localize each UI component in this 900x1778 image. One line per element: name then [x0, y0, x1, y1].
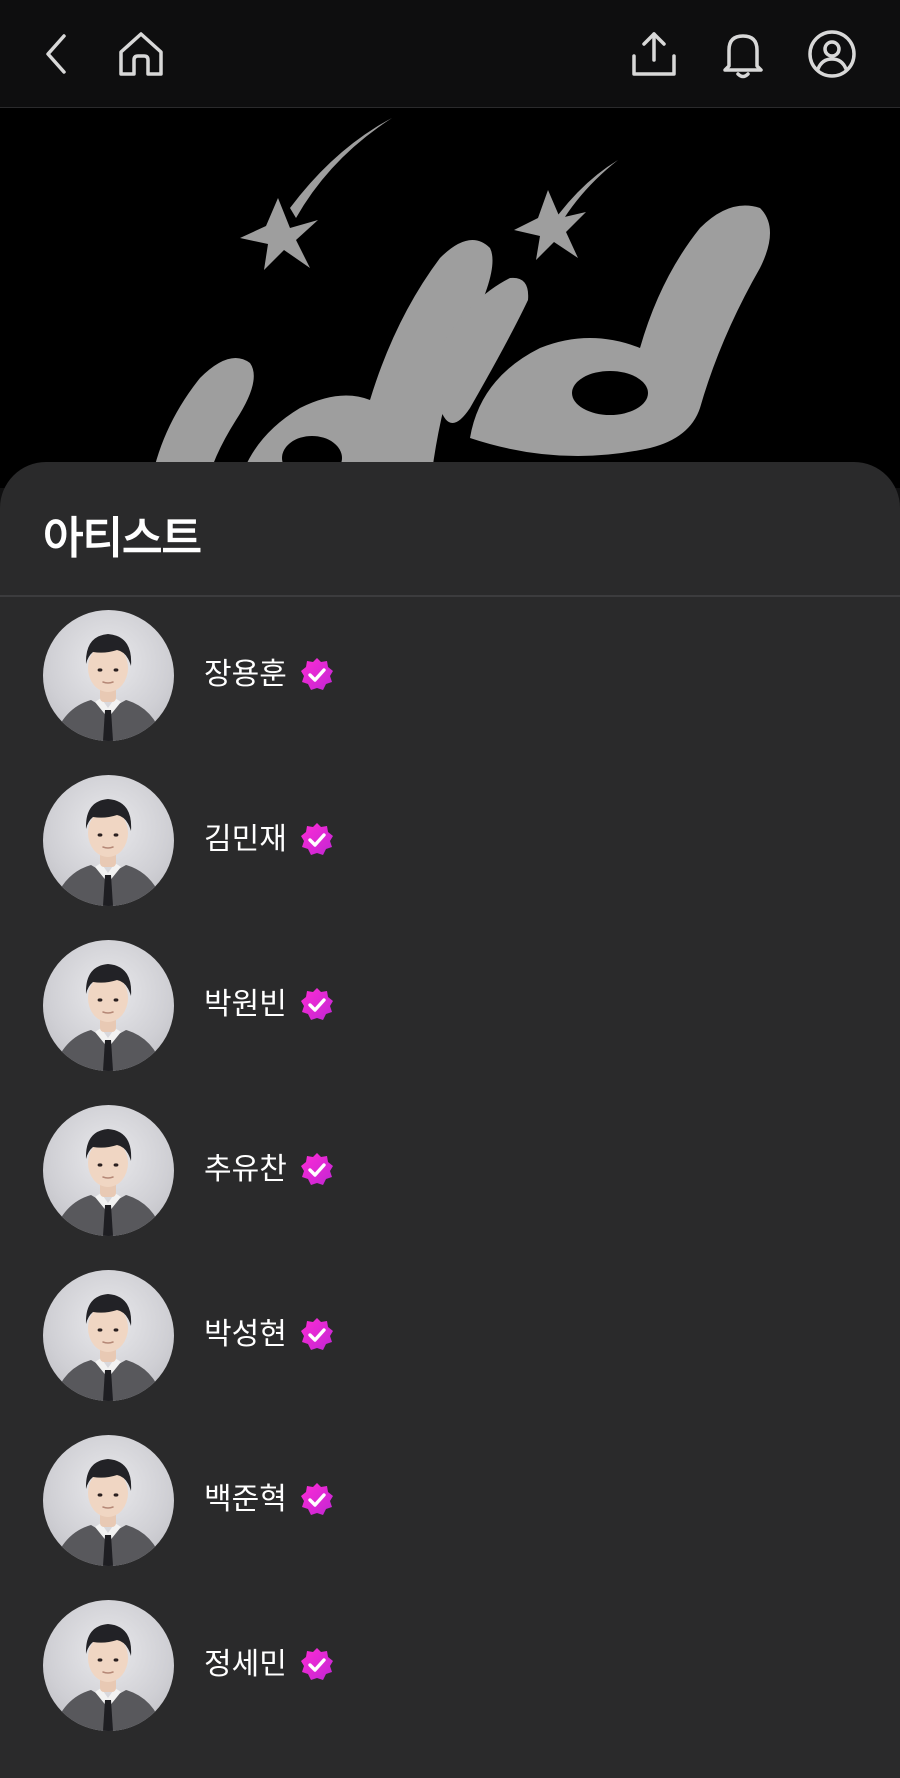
- avatar-photo: [53, 799, 164, 906]
- top-app-bar: [0, 0, 900, 108]
- artist-name: 정세민: [204, 1647, 287, 1682]
- divider: [0, 595, 900, 597]
- artist-name: 백준혁: [204, 1482, 287, 1517]
- verified-badge-icon: [298, 1481, 336, 1519]
- home-button[interactable]: [113, 26, 169, 82]
- artist-list-item[interactable]: 백준혁: [0, 1435, 900, 1600]
- avatar-photo: [53, 1459, 164, 1566]
- avatar-photo: [53, 1624, 164, 1731]
- home-icon: [119, 32, 163, 76]
- verified-badge-icon: [298, 986, 336, 1024]
- avatar-photo: [53, 1129, 164, 1236]
- artist-avatar[interactable]: [43, 775, 174, 906]
- notifications-button[interactable]: [715, 26, 771, 82]
- chevron-left-icon: [46, 34, 66, 74]
- artist-name: 추유찬: [204, 1152, 287, 1187]
- share-upload-icon: [632, 32, 676, 76]
- artist-list-item[interactable]: 장용훈: [0, 610, 900, 775]
- avatar-photo: [53, 964, 164, 1071]
- profile-button[interactable]: [804, 26, 860, 82]
- artist-avatar[interactable]: [43, 1600, 174, 1731]
- share-button[interactable]: [626, 26, 682, 82]
- artist-list-item[interactable]: 정세민: [0, 1600, 900, 1765]
- artist-list: 장용훈 김민재 박원빈 추유찬 박성현 백준혁 정세민: [0, 610, 900, 1765]
- artist-avatar[interactable]: [43, 610, 174, 741]
- artist-name: 장용훈: [204, 657, 287, 692]
- artist-list-item[interactable]: 김민재: [0, 775, 900, 940]
- artist-list-item[interactable]: 박성현: [0, 1270, 900, 1435]
- back-button[interactable]: [28, 26, 84, 82]
- artist-banner: [0, 108, 900, 488]
- artist-avatar[interactable]: [43, 1270, 174, 1401]
- artist-list-item[interactable]: 박원빈: [0, 940, 900, 1105]
- artist-sheet: 아티스트 장용훈 김민재 박원빈 추유찬 박성현 백준혁 정세민: [0, 462, 900, 1778]
- artist-list-item[interactable]: 추유찬: [0, 1105, 900, 1270]
- artist-name: 박원빈: [204, 987, 287, 1022]
- verified-badge-icon: [298, 1151, 336, 1189]
- artist-avatar[interactable]: [43, 1435, 174, 1566]
- verified-badge-icon: [298, 1316, 336, 1354]
- idid-logo: [150, 118, 770, 488]
- avatar-photo: [53, 634, 164, 741]
- user-circle-icon: [808, 30, 856, 78]
- sheet-title: 아티스트: [43, 513, 202, 564]
- verified-badge-icon: [298, 1646, 336, 1684]
- verified-badge-icon: [298, 821, 336, 859]
- artist-name: 김민재: [204, 822, 287, 857]
- artist-avatar[interactable]: [43, 1105, 174, 1236]
- avatar-photo: [53, 1294, 164, 1401]
- verified-badge-icon: [298, 656, 336, 694]
- artist-avatar[interactable]: [43, 940, 174, 1071]
- bell-icon: [723, 34, 763, 79]
- artist-name: 박성현: [204, 1317, 287, 1352]
